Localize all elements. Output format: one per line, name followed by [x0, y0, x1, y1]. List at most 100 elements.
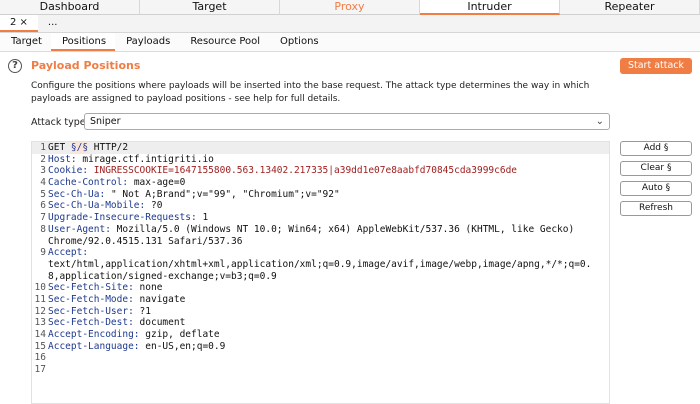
tab-dashboard[interactable]: Dashboard — [0, 0, 140, 15]
header-value: en-US,en;q=0.9 — [139, 340, 226, 352]
header-colon: : — [82, 247, 89, 259]
request-header-line: 9 Accept: — [32, 247, 609, 259]
request-header-line: 3 Cookie: INGRESSCOOKIE=1647155800.563.13… — [32, 165, 609, 177]
header-value: " Not A;Brand";v="99", "Chromium";v="92" — [105, 188, 340, 200]
request-header-line: 17 — [32, 364, 609, 376]
line-number: 8 — [40, 223, 46, 235]
clear-markers-button[interactable]: Clear § — [620, 161, 692, 176]
request-header-line: 16 — [32, 352, 609, 364]
header-name: Cache-Control — [48, 177, 123, 189]
header-value: INGRESSCOOKIE=1647155800.563.13402.21733… — [88, 165, 518, 177]
section-tab-positions[interactable]: Positions — [50, 33, 116, 51]
line-number: 17 — [34, 364, 46, 376]
panel-description: Configure the positions where payloads w… — [31, 81, 590, 104]
header-name: Sec-Fetch-Mode — [48, 293, 129, 305]
line-number: 7 — [40, 212, 46, 224]
section-tab-payloads[interactable]: Payloads — [115, 33, 179, 51]
header-value: Chrome/92.0.4515.131 Safari/537.36 — [48, 235, 243, 247]
attack-type-label: Attack type: — [31, 117, 89, 128]
chevron-down-icon: ⌄ — [595, 116, 604, 127]
tab-intruder[interactable]: Intruder — [420, 0, 560, 15]
request-header-line: 12 Sec-Fetch-User: ?1 — [32, 306, 609, 318]
request-header-line: 13 Sec-Fetch-Dest: document — [32, 317, 609, 329]
line-number: 4 — [40, 177, 46, 189]
intruder-tab-bar: 2 × ... — [0, 15, 700, 33]
help-icon[interactable]: ? — [8, 59, 22, 73]
header-value: Mozilla/5.0 (Windows NT 10.0; Win64; x64… — [110, 223, 575, 235]
header-name: Sec-Fetch-User — [48, 305, 129, 317]
auto-markers-button[interactable]: Auto § — [620, 181, 692, 196]
section-tab-target[interactable]: Target — [0, 33, 51, 51]
request-header-line: text/html,application/xhtml+xml,applicat… — [32, 259, 609, 271]
section-tab-options[interactable]: Options — [269, 33, 328, 51]
attack-type-select[interactable]: Sniper ⌄ — [84, 113, 610, 130]
request-header-line: 7 Upgrade-Insecure-Requests: 1 — [32, 212, 609, 224]
line-number — [32, 236, 48, 248]
request-header-line: 10 Sec-Fetch-Site: none — [32, 282, 609, 294]
header-name: Accept-Language — [48, 340, 134, 352]
intruder-tab-2[interactable]: 2 × — [0, 15, 38, 32]
line-number: 5 — [40, 188, 46, 200]
header-name: Upgrade-Insecure-Requests — [48, 212, 191, 224]
line-number: 3 — [40, 165, 46, 177]
start-attack-button[interactable]: Start attack — [620, 58, 692, 74]
request-editor[interactable]: 1 GET §/§ HTTP/2 2 Host: mirage.ctf.intigr… — [31, 141, 610, 404]
add-marker-button[interactable]: Add § — [620, 141, 692, 156]
refresh-button[interactable]: Refresh — [620, 201, 692, 216]
line-number — [32, 259, 48, 271]
header-name: Sec-Ch-Ua-Mobile — [48, 200, 140, 212]
new-intruder-tab[interactable]: ... — [38, 15, 68, 32]
header-value: mirage.ctf.intigriti.io — [76, 153, 214, 165]
header-value: ?1 — [133, 305, 151, 317]
request-header-line: 8 User-Agent: Mozilla/5.0 (Windows NT 10.… — [32, 224, 609, 236]
line-number: 15 — [34, 340, 46, 352]
header-value: 1 — [196, 212, 209, 224]
header-name: Accept-Encoding — [48, 329, 134, 340]
payload-marker[interactable]: §/§ — [70, 142, 89, 154]
line-number — [32, 271, 48, 283]
request-line: 1 GET §/§ HTTP/2 — [32, 142, 609, 154]
tab-proxy[interactable]: Proxy — [280, 0, 420, 15]
request-method: GET — [48, 142, 71, 153]
request-header-line: 15 Accept-Language: en-US,en;q=0.9 — [32, 341, 609, 353]
header-value: max-age=0 — [128, 177, 186, 189]
line-number: 11 — [34, 293, 46, 305]
line-number: 1 — [40, 142, 46, 153]
tab-repeater[interactable]: Repeater — [560, 0, 700, 15]
section-tab-bar: Target Positions Payloads Resource Pool … — [0, 33, 700, 52]
line-number: 2 — [40, 153, 46, 165]
header-value: navigate — [133, 293, 186, 305]
header-value: ?0 — [145, 200, 163, 212]
main-tab-bar: Dashboard Target Proxy Intruder Repeater — [0, 0, 700, 15]
header-name: Sec-Fetch-Site — [48, 282, 129, 294]
request-header-line: 11 Sec-Fetch-Mode: navigate — [32, 294, 609, 306]
request-protocol: HTTP/2 — [88, 142, 129, 153]
header-value: text/html,application/xhtml+xml,applicat… — [48, 258, 592, 270]
line-number: 9 — [40, 247, 46, 259]
header-value: gzip, deflate — [139, 329, 220, 340]
request-header-line: 2 Host: mirage.ctf.intigriti.io — [32, 154, 609, 166]
line-number: 12 — [34, 305, 46, 317]
header-name: Sec-Fetch-Dest — [48, 317, 129, 329]
header-name: Host — [48, 153, 71, 165]
request-header-line: 8,application/signed-exchange;v=b3;q=0.9 — [32, 271, 609, 283]
header-name: User-Agent — [48, 223, 106, 235]
request-header-line: 6 Sec-Ch-Ua-Mobile: ?0 — [32, 200, 609, 212]
header-name: Accept — [48, 247, 83, 259]
tab-target[interactable]: Target — [140, 0, 280, 15]
section-tab-resource-pool[interactable]: Resource Pool — [179, 33, 269, 51]
line-number: 6 — [40, 200, 46, 212]
line-number: 10 — [34, 282, 46, 294]
panel-title: Payload Positions — [31, 59, 141, 72]
line-number: 13 — [34, 317, 46, 329]
header-name: Cookie — [48, 165, 83, 177]
header-value: none — [133, 282, 163, 294]
request-header-line: 4 Cache-Control: max-age=0 — [32, 177, 609, 189]
request-header-line: 14 Accept-Encoding: gzip, deflate — [32, 329, 609, 341]
header-name: Sec-Ch-Ua — [48, 188, 100, 200]
header-value: 8,application/signed-exchange;v=b3;q=0.9 — [48, 270, 277, 282]
attack-type-value: Sniper — [90, 116, 121, 127]
header-value: document — [133, 317, 186, 329]
request-header-line: Chrome/92.0.4515.131 Safari/537.36 — [32, 236, 609, 248]
request-header-line: 5 Sec-Ch-Ua: " Not A;Brand";v="99", "Chro… — [32, 189, 609, 201]
